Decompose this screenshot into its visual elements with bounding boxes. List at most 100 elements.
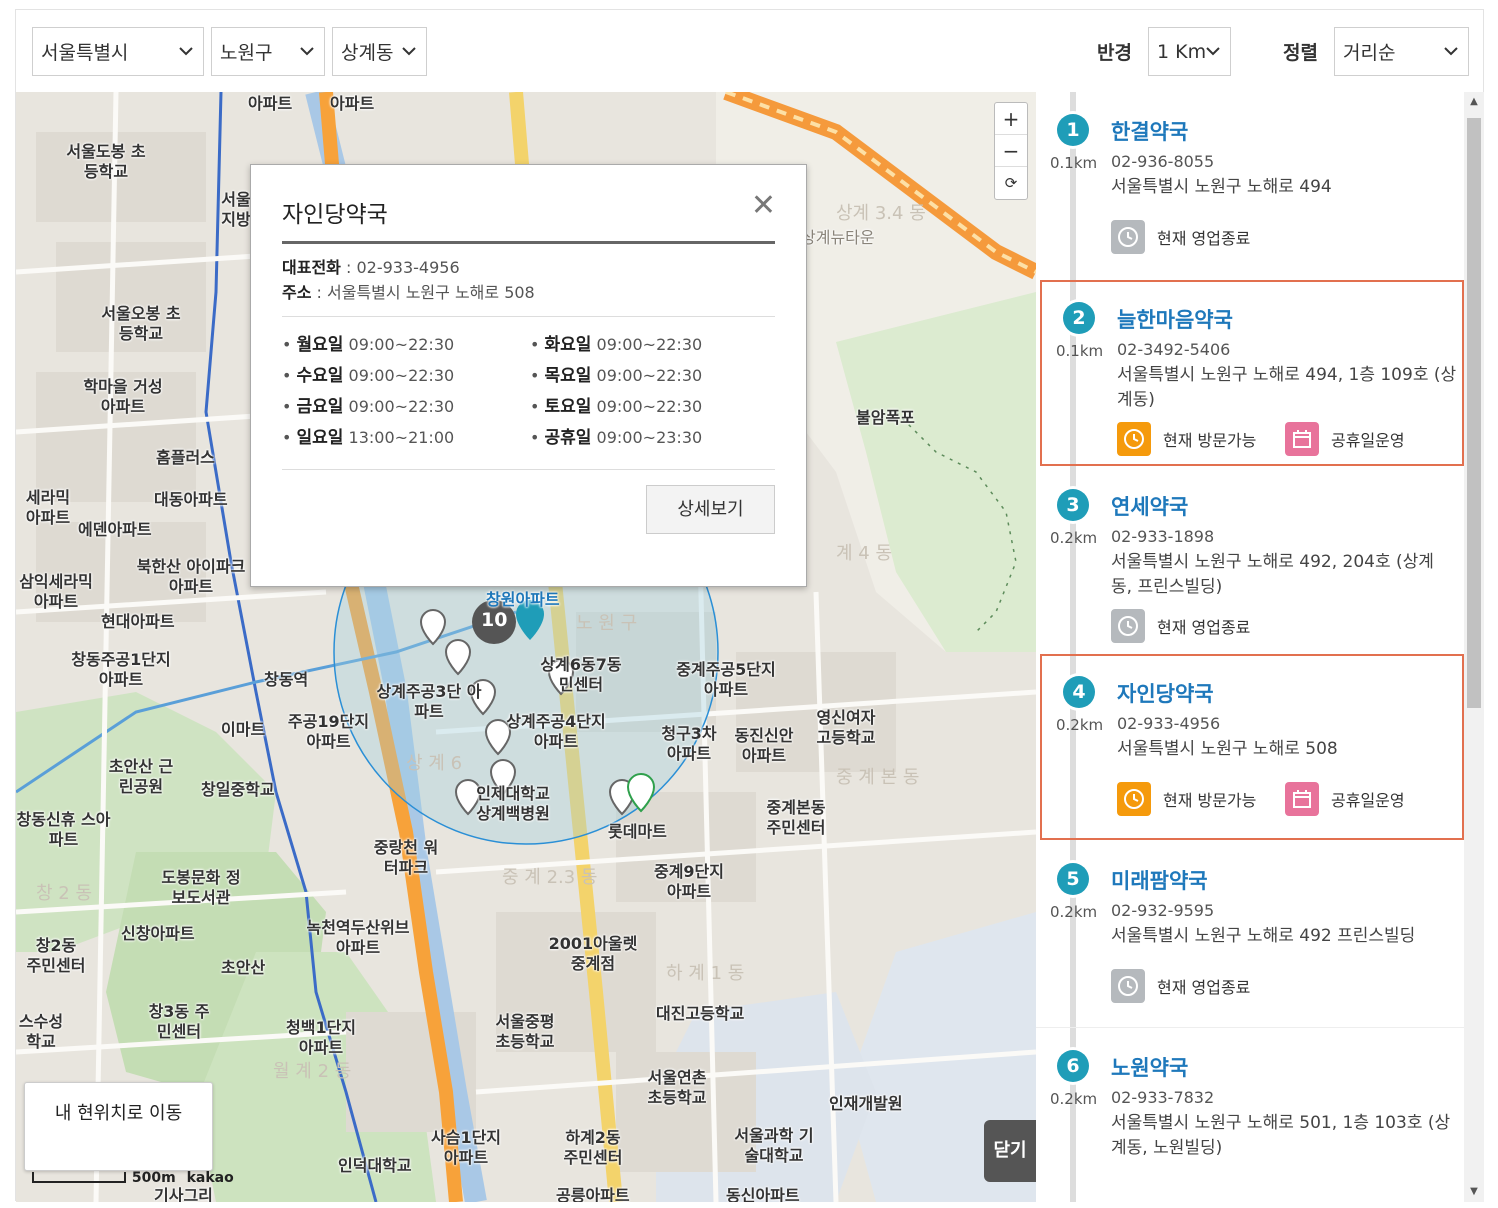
map-label: 녹천역두산위브 아파트: [306, 918, 410, 957]
hours-day: 월요일: [296, 335, 344, 355]
list-number-badge: 5: [1057, 863, 1089, 895]
district-label: 하 계 1 동: [666, 963, 745, 984]
district-label: 상 계 6: [406, 753, 463, 774]
pharmacy-list-item[interactable]: 4 자인당약국 0.2km 02-933-4956 서울특별시 노원구 노해로 508 현…: [1040, 654, 1464, 840]
map-label: 홈플러스: [156, 448, 215, 467]
pharmacy-list-item[interactable]: 3 연세약국 0.2km 02-933-1898 서울특별시 노원구 노해로 492, …: [1036, 467, 1464, 653]
scroll-down-arrow-icon[interactable]: ▼: [1464, 1186, 1484, 1197]
map-label: 창동신휴 스아파트: [16, 810, 111, 849]
status-badge: 현재 영업종료: [1111, 609, 1250, 643]
status-badge: 현재 방문가능: [1117, 782, 1256, 816]
status-badge: 현재 영업종료: [1111, 969, 1250, 1003]
map-label: 상계6동7동 민센터: [540, 655, 622, 694]
list-number-badge: 4: [1063, 676, 1095, 708]
hours-row: • 일요일 13:00~21:00: [282, 428, 455, 448]
cluster-count: 10: [481, 609, 508, 631]
close-button[interactable]: 닫기: [984, 1120, 1036, 1182]
scroll-up-arrow-icon[interactable]: ▲: [1464, 96, 1484, 107]
my-location-button[interactable]: 내 현위치로 이동: [24, 1082, 213, 1171]
hours-row: • 공휴일 09:00~23:30: [530, 428, 703, 448]
pharmacy-list-item[interactable]: 1 한결약국 0.1km 02-936-8055 서울특별시 노원구 노해로 494 현재…: [1036, 92, 1464, 279]
hours-day: 목요일: [544, 366, 592, 386]
dong-select-value: 상계동: [341, 42, 394, 64]
district-label: 계 4 동: [836, 543, 893, 564]
map-label: 아파트: [330, 94, 375, 113]
hours-row: • 금요일 09:00~22:30: [282, 397, 455, 417]
city-select-value: 서울특별시: [41, 42, 129, 64]
pharmacy-name[interactable]: 자인당약국: [1117, 678, 1214, 708]
sort-select[interactable]: 거리순: [1334, 27, 1469, 76]
map-label: 동신아파트: [726, 1186, 800, 1202]
popup-contact: 대표전화 : 02-933-4956 주소 : 서울특별시 노원구 노해로 50…: [282, 255, 535, 305]
district-select[interactable]: 노원구: [211, 27, 325, 76]
pharmacy-address: 서울특별시 노원구 노해로 492, 204호 (상계동, 프린스빌딩): [1111, 552, 1434, 597]
pharmacy-phone: 02-932-9595: [1111, 901, 1215, 920]
map-label: 창일중학교: [201, 780, 275, 799]
map-label: 동진신안 아파트: [734, 726, 794, 765]
pharmacy-address: 서울특별시 노원구 노해로 494: [1111, 177, 1332, 197]
map-label: 상계주공4단지 아파트: [506, 712, 606, 751]
reset-view-button[interactable]: ⟳: [995, 167, 1027, 199]
pharmacy-name[interactable]: 연세약국: [1111, 491, 1188, 521]
map-label: 초안산 근린공원: [108, 757, 174, 796]
pharmacy-distance: 0.2km: [1050, 529, 1098, 547]
pharmacy-phone: 02-933-7832: [1111, 1088, 1215, 1107]
detail-button[interactable]: 상세보기: [646, 485, 775, 534]
close-icon[interactable]: ✕: [751, 191, 776, 221]
pharmacy-distance: 0.2km: [1056, 716, 1104, 734]
chevron-down-icon: [1204, 42, 1222, 60]
map-view[interactable]: 10 아파트 아파트 서울도봉 초등학교 서울 지방 서울오봉 초등학교 학마을…: [16, 92, 1036, 1202]
radius-select[interactable]: 1 Km: [1148, 27, 1231, 76]
pharmacy-list-item[interactable]: 5 미래팜약국 0.2km 02-932-9595 서울특별시 노원구 노해로 492 …: [1036, 841, 1464, 1027]
map-label: 서울연촌 초등학교: [647, 1068, 707, 1107]
calendar-icon: [1285, 782, 1319, 816]
popup-divider: [282, 316, 775, 317]
hours-day: 수요일: [296, 366, 344, 386]
district-label: 중 계 본 동: [836, 767, 920, 788]
list-number-badge: 1: [1057, 114, 1089, 146]
scroll-thumb[interactable]: [1467, 118, 1481, 708]
map-label: 창원아파트: [486, 590, 560, 609]
pharmacy-address: 서울특별시 노원구 노해로 492 프린스빌딩: [1111, 926, 1416, 946]
map-label: 중계본동 주민센터: [766, 798, 826, 837]
sort-label: 정렬: [1283, 42, 1318, 64]
hours-row: • 토요일 09:00~22:30: [530, 397, 703, 417]
pharmacy-name[interactable]: 노원약국: [1111, 1052, 1188, 1082]
map-label: 현대아파트: [101, 612, 175, 631]
status-text: 현재 방문가능: [1163, 431, 1257, 450]
pharmacy-phone: 02-933-4956: [1117, 714, 1221, 733]
hours-row: • 월요일 09:00~22:30: [282, 335, 455, 355]
list-scrollbar[interactable]: ▲ ▼: [1464, 92, 1484, 1202]
pharmacy-name[interactable]: 미래팜약국: [1111, 865, 1208, 895]
zoom-out-button[interactable]: −: [995, 135, 1027, 167]
list-number-badge: 6: [1057, 1050, 1089, 1082]
city-select[interactable]: 서울특별시: [32, 27, 204, 76]
hours-day: 일요일: [296, 428, 344, 448]
map-label: 에덴아파트: [78, 520, 152, 539]
map-label: 대동아파트: [154, 490, 228, 509]
pharmacy-name[interactable]: 늘한마음약국: [1117, 304, 1233, 334]
pharmacy-finder-app: 서울특별시 노원구 상계동 반경 1 Km 정렬 거리순 10 아파트 아파트 …: [15, 9, 1484, 1202]
dong-select[interactable]: 상계동: [332, 27, 427, 76]
pharmacy-list-item[interactable]: 6 노원약국 0.2km 02-933-7832 서울특별시 노원구 노해로 501, …: [1036, 1028, 1464, 1202]
map-label: 세라믹 아파트: [25, 488, 71, 527]
map-label: 중랑천 워터파크: [373, 838, 439, 877]
map-label: 인덕대학교: [338, 1156, 412, 1175]
pharmacy-phone: 02-3492-5406: [1117, 340, 1231, 359]
district-label: 월 계 2 동: [273, 1061, 352, 1082]
map-label: 스수성 학교: [18, 1012, 64, 1051]
district-label: 노 원 구: [576, 613, 638, 634]
hours-day: 공휴일: [544, 428, 592, 448]
hours-time: 09:00~22:30: [596, 397, 703, 416]
map-label: 삼익세라믹 아파트: [19, 572, 93, 611]
pharmacy-name[interactable]: 한결약국: [1111, 116, 1188, 146]
pharmacy-address: 서울특별시 노원구 노해로 494, 1층 109호 (상계동): [1117, 365, 1457, 410]
pharmacy-address: 서울특별시 노원구 노해로 508: [1117, 739, 1338, 759]
zoom-in-button[interactable]: +: [995, 103, 1027, 135]
pharmacy-info-popup: 자인당약국 ✕ 대표전화 : 02-933-4956 주소 : 서울특별시 노원…: [250, 164, 807, 587]
map-label: 서울중평 초등학교: [495, 1012, 555, 1051]
map-label: 인재개발원: [829, 1094, 903, 1113]
map-label: 북한산 아이파크아파트: [136, 557, 246, 596]
pharmacy-distance: 0.2km: [1050, 903, 1098, 921]
pharmacy-list-item[interactable]: 2 늘한마음약국 0.1km 02-3492-5406 서울특별시 노원구 노해로 49…: [1040, 280, 1464, 466]
